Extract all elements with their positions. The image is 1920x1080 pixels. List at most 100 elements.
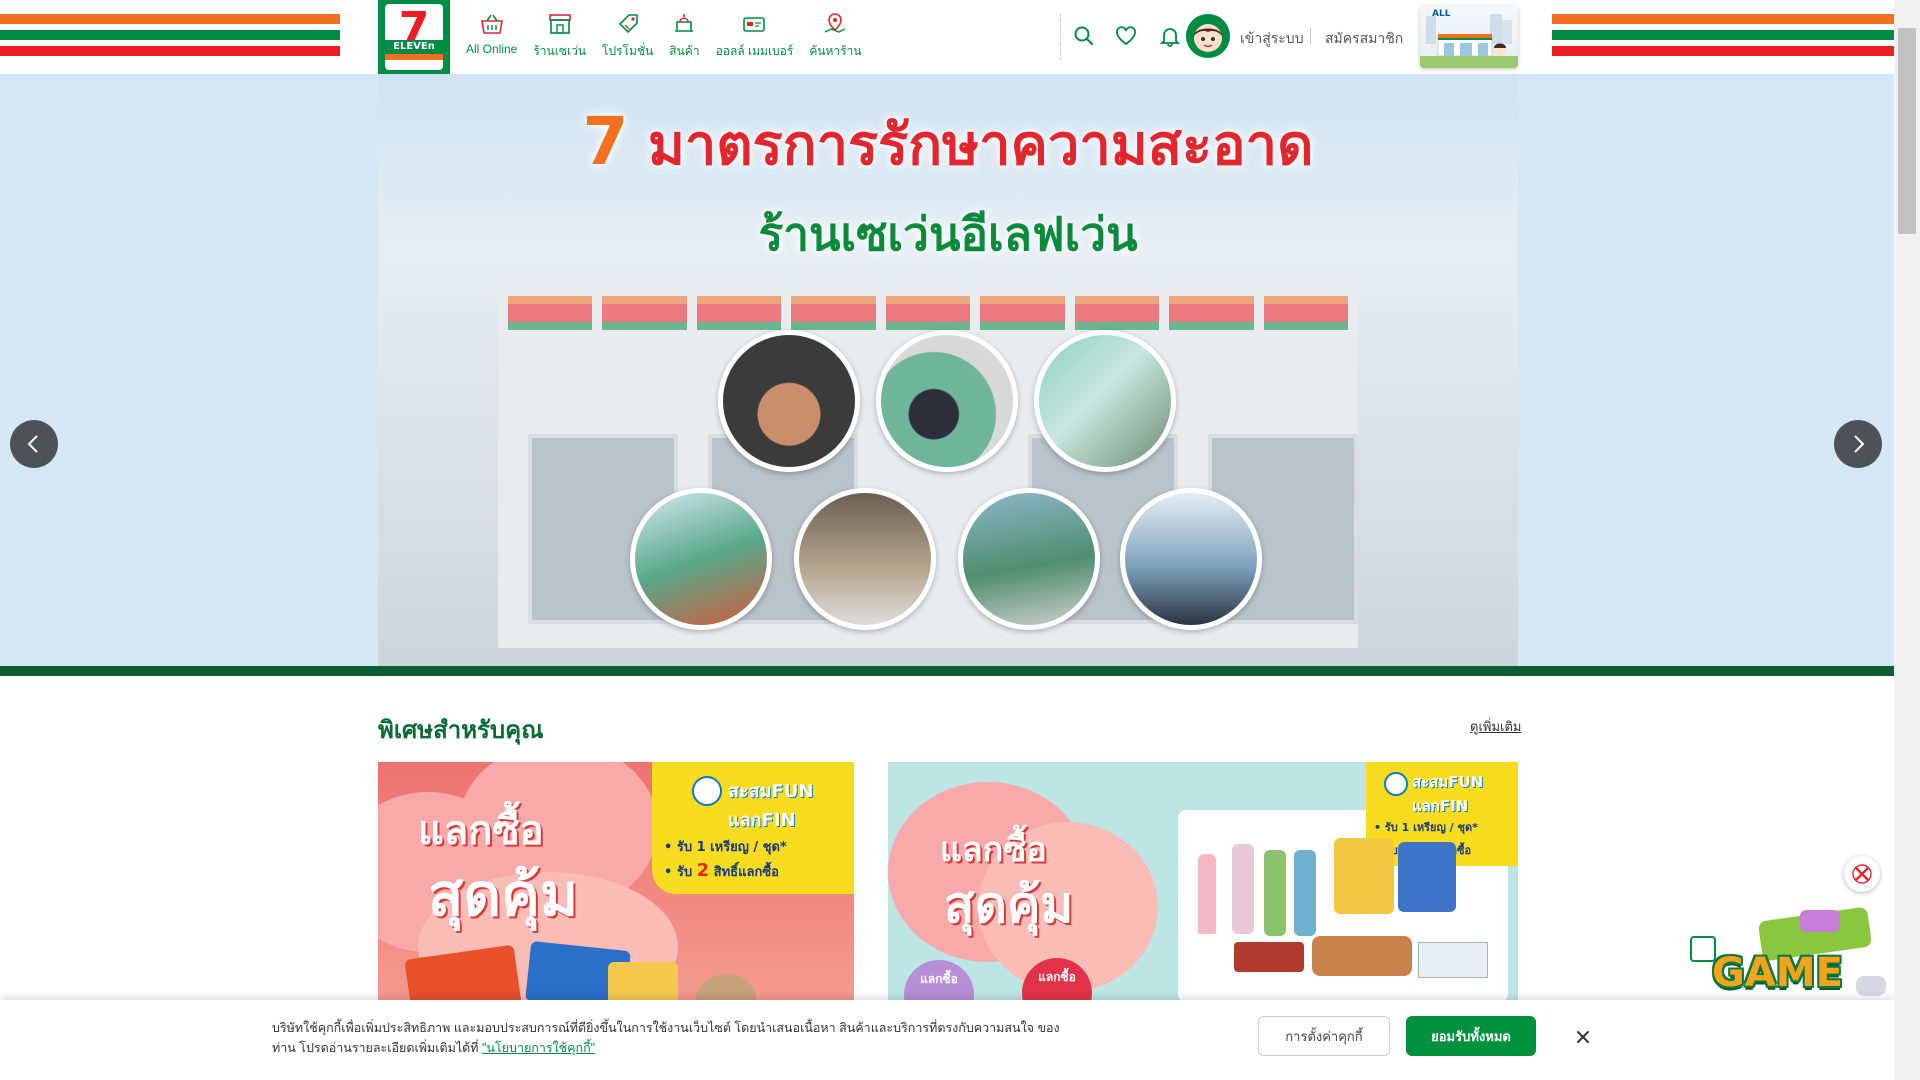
map-pin-icon: [820, 8, 850, 40]
hero-divider-bar: [0, 666, 1894, 676]
drink-bottle-image: [1294, 850, 1316, 936]
hero-title: 7 มาตรการรักษาความสะอาด: [378, 100, 1518, 189]
all-member-coin-icon: [692, 776, 722, 806]
chevron-left-icon: [27, 435, 38, 453]
coin-value: 1 เหรียญ / ชุด*: [1401, 821, 1478, 834]
all-member-coin-icon: [1384, 772, 1408, 796]
basket-icon: [477, 8, 507, 40]
coin-line: • รับ 1 เหรียญ / ชุด*: [664, 840, 787, 855]
nav-item-all-online[interactable]: All Online: [458, 8, 525, 61]
hero-number: 7: [582, 103, 629, 180]
scrollbar-thumb[interactable]: [1898, 28, 1916, 234]
main-nav: All Online ร้านเซเว่น โปรโมชั่น สินค้า อ…: [458, 8, 870, 61]
nav-label: สินค้า: [669, 44, 700, 58]
game-widget[interactable]: GAME: [1690, 906, 1890, 1010]
gift-icon: [1800, 910, 1840, 932]
photo-temperature-check: [1120, 488, 1262, 630]
promo-tag-icon: [613, 8, 643, 40]
cookie-text: บริษัทใช้คุกกี้เพื่อเพิ่มประสิทธิภาพ และ…: [272, 1021, 1060, 1055]
nav-label: All Online: [466, 42, 518, 56]
promo-line2: สุดคุ้ม: [944, 876, 1074, 934]
hero-title-text: มาตรการรักษาความสะอาด: [647, 113, 1314, 178]
photo-cleaning-door: [1034, 330, 1176, 472]
cup-image: [696, 974, 756, 1002]
promo-card[interactable]: แลกซื้อ สุดคุ้ม สะสมFUN แลกFIN • รับ 1 เ…: [888, 762, 1518, 1002]
snack-pack-image: [608, 962, 678, 1002]
milk-box-image: [1418, 942, 1488, 978]
product-icon: [669, 8, 699, 40]
brand-stripes-left: [0, 14, 340, 62]
brand-stripes-right: [1552, 14, 1894, 62]
photo-cleaning-edc: [876, 330, 1018, 472]
cookie-policy-link[interactable]: "นโยบายการใช้คุกกี้": [482, 1041, 595, 1055]
carousel-next-button[interactable]: [1834, 420, 1882, 468]
login-divider: [1310, 28, 1311, 44]
accept-all-button[interactable]: ยอมรับทั้งหมด: [1406, 1016, 1536, 1056]
section-title: พิเศษสำหรับคุณ: [378, 716, 544, 744]
food-tray-image: [1312, 936, 1412, 976]
nav-label: ออลล์ เมมเบอร์: [715, 44, 794, 58]
member-card-icon: [739, 8, 769, 40]
close-icon: [1577, 1031, 1589, 1043]
chevron-right-icon: [1854, 435, 1865, 453]
rights-num: 2: [696, 860, 710, 881]
promo-line2: สุดคุ้ม: [428, 861, 579, 929]
photo-cashier: [958, 488, 1100, 630]
photo-floor-cleaning: [794, 488, 936, 630]
badge-title: สะสมFUN แลกFIN: [728, 781, 814, 831]
coin-prefix: รับ: [1384, 821, 1398, 834]
register-link[interactable]: สมัครสมาชิก: [1325, 28, 1403, 50]
logo-text: ELEVEn: [385, 40, 443, 54]
badge-title: สะสมFUN แลกFIN: [1412, 773, 1484, 815]
hero-subtitle: ร้านเซเว่นอีเลฟเว่น: [758, 207, 1138, 261]
lux-bottle-image: [1232, 844, 1254, 934]
all-member-banner[interactable]: ALL: [1420, 6, 1518, 68]
photo-handwashing: [718, 330, 860, 472]
seven-eleven-logo[interactable]: 7 ELEVEn: [378, 0, 450, 74]
close-icon: [1852, 864, 1872, 884]
game-close-button[interactable]: [1844, 856, 1880, 892]
nav-item-all-member[interactable]: ออลล์ เมมเบอร์: [708, 8, 802, 61]
nav-label: ค้นหาร้าน: [809, 44, 862, 58]
coin-line: • รับ 1 เหรียญ / ชุด*: [1374, 821, 1478, 834]
price-tag-label: แลกซื้อ: [920, 972, 958, 986]
promo-badge: สะสมFUN แลกFIN • รับ 1 เหรียญ / ชุด* • ร…: [652, 762, 854, 894]
hero-carousel: 7 มาตรการรักษาความสะอาด ร้านเซเว่นอีเลฟเ…: [0, 74, 1894, 666]
site-header: 7 ELEVEn All Online ร้านเซเว่น โปรโมชั่น: [0, 0, 1920, 74]
rights-text: สิทธิ์แลกซื้อ: [713, 865, 779, 880]
cookie-close-button[interactable]: [1572, 1026, 1594, 1048]
header-divider: [1060, 14, 1061, 60]
drink-bottle-image: [1264, 850, 1286, 936]
nav-item-store[interactable]: ร้านเซเว่น: [525, 8, 594, 61]
store-icon: [545, 8, 575, 40]
nav-item-promotion[interactable]: โปรโมชั่น: [594, 8, 661, 61]
search-icon[interactable]: [1072, 24, 1096, 48]
nav-item-store-locator[interactable]: ค้นหาร้าน: [801, 8, 869, 61]
store-illustration-icon: [1420, 14, 1518, 68]
login-link[interactable]: เข้าสู่ระบบ: [1240, 28, 1304, 50]
gamepad-icon: [1856, 976, 1886, 996]
bell-icon[interactable]: [1158, 24, 1182, 48]
coin-prefix: รับ: [676, 840, 693, 855]
sausage-image: [1234, 942, 1304, 972]
nav-label: ร้านเซเว่น: [533, 44, 587, 58]
nav-label: โปรโมชั่น: [602, 44, 654, 58]
rights-prefix: รับ: [676, 865, 693, 880]
see-more-link[interactable]: ดูเพิ่มเติม: [1470, 716, 1521, 737]
carousel-prev-button[interactable]: [10, 420, 58, 468]
cookie-message: บริษัทใช้คุกกี้เพื่อเพิ่มประสิทธิภาพ และ…: [272, 1018, 1062, 1058]
heart-icon[interactable]: [1114, 24, 1138, 48]
price-tag-label: แลกซื้อ: [1038, 970, 1076, 984]
game-label: GAME: [1712, 950, 1843, 996]
avatar[interactable]: [1186, 14, 1230, 58]
cookie-banner: บริษัทใช้คุกกี้เพื่อเพิ่มประสิทธิภาพ และ…: [0, 1000, 1894, 1080]
cookie-settings-button[interactable]: การตั้งค่าคุกกี้: [1258, 1016, 1390, 1056]
page-scrollbar[interactable]: [1894, 0, 1920, 1080]
price-tag: แลกซื้อ: [904, 960, 974, 1002]
coin-value: 1 เหรียญ / ชุด*: [696, 840, 787, 855]
lotion-bottle-image: [1198, 854, 1216, 934]
nav-item-products[interactable]: สินค้า: [661, 8, 707, 61]
photo-staff-mask: [630, 488, 772, 630]
rights-line: • รับ 2 สิทธิ์แลกซื้อ: [664, 860, 779, 881]
promo-card[interactable]: แลกซื้อ สุดคุ้ม สะสมFUN แลกFIN • รับ 1 เ…: [378, 762, 854, 1002]
